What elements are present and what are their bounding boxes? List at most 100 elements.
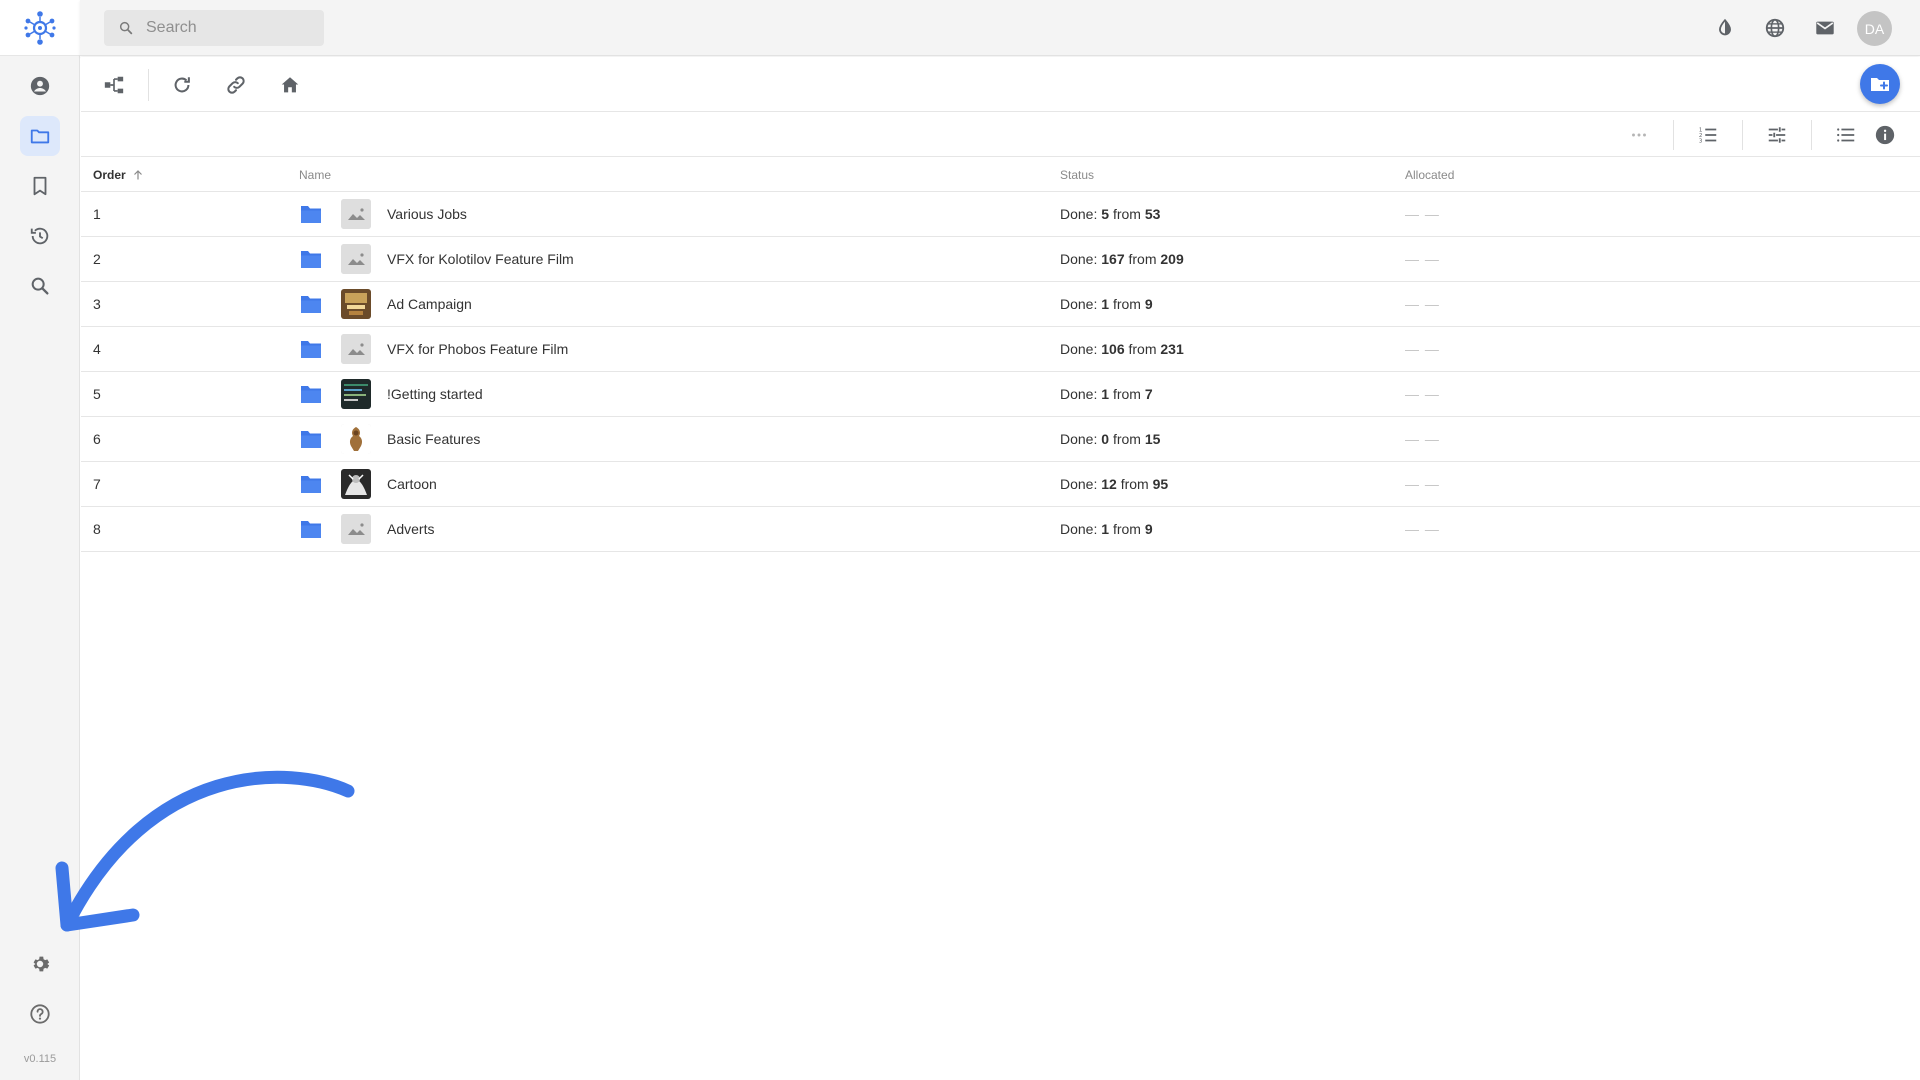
- tree-view-button[interactable]: [98, 69, 130, 101]
- user-avatar[interactable]: DA: [1857, 11, 1892, 46]
- row-thumbnail: [341, 244, 371, 274]
- row-name[interactable]: VFX for Phobos Feature Film: [387, 341, 568, 357]
- row-name[interactable]: VFX for Kolotilov Feature Film: [387, 251, 574, 267]
- row-name[interactable]: Ad Campaign: [387, 296, 472, 312]
- list-view-button[interactable]: [1831, 120, 1861, 150]
- history-icon: [30, 227, 49, 245]
- home-icon: [281, 77, 299, 93]
- table-row[interactable]: 7 Cartoon Done: 12 from 95 — —: [81, 462, 1920, 507]
- table-row[interactable]: 4 VFX for Phobos Feature Film Done: 106 fr…: [81, 327, 1920, 372]
- search-box[interactable]: [104, 10, 324, 46]
- copy-link-button[interactable]: [220, 69, 252, 101]
- home-button[interactable]: [274, 69, 306, 101]
- row-allocated: — —: [1405, 296, 1440, 312]
- list-icon: [1837, 128, 1855, 142]
- column-header-order[interactable]: Order: [93, 168, 144, 182]
- row-allocated: — —: [1405, 251, 1440, 267]
- row-name[interactable]: Basic Features: [387, 431, 480, 447]
- search-input[interactable]: [146, 19, 316, 37]
- sidebar-item-projects[interactable]: [20, 116, 60, 156]
- row-thumbnail: [341, 289, 371, 319]
- help-button[interactable]: [20, 994, 60, 1034]
- folder-icon: [301, 476, 321, 493]
- row-status: Done: 167 from 209: [1060, 251, 1184, 267]
- sidebar-item-profile[interactable]: [20, 66, 60, 106]
- app-logo-icon[interactable]: [20, 8, 60, 48]
- toolbar-divider: [148, 69, 149, 101]
- numbered-list-icon: 123: [1699, 127, 1717, 144]
- table-row[interactable]: 1 Various Jobs Done: 5 from 53 — —: [81, 192, 1920, 237]
- table-row[interactable]: 2 VFX for Kolotilov Feature Film Done: 167…: [81, 237, 1920, 282]
- help-icon: [30, 1004, 50, 1024]
- app-version: v0.115: [23, 1053, 57, 1065]
- user-icon: [30, 76, 50, 96]
- row-name[interactable]: Various Jobs: [387, 206, 467, 222]
- messages-button[interactable]: [1811, 14, 1839, 42]
- table-row[interactable]: 8 Adverts Done: 1 from 9 — —: [81, 507, 1920, 552]
- row-status: Done: 1 from 7: [1060, 386, 1153, 402]
- row-allocated: — —: [1405, 521, 1440, 537]
- mail-icon: [1816, 21, 1834, 35]
- row-name[interactable]: Adverts: [387, 521, 434, 537]
- info-button[interactable]: [1870, 120, 1900, 150]
- row-order: 5: [93, 386, 101, 402]
- row-thumbnail: [341, 199, 371, 229]
- folder-icon: [301, 251, 321, 268]
- new-folder-button[interactable]: [1860, 64, 1900, 104]
- folder-icon: [30, 129, 50, 144]
- view-divider: [1811, 120, 1812, 150]
- hierarchy-icon: [104, 76, 124, 94]
- row-order: 1: [93, 206, 101, 222]
- settings-button[interactable]: [20, 944, 60, 984]
- row-thumbnail: [341, 469, 371, 499]
- row-name[interactable]: Cartoon: [387, 476, 437, 492]
- view-options-bar: 123: [81, 112, 1920, 157]
- table-body: 1 Various Jobs Done: 5 from 53 — — 2 VFX for …: [81, 192, 1920, 552]
- row-order: 7: [93, 476, 101, 492]
- gear-icon: [33, 956, 50, 972]
- folder-icon: [301, 206, 321, 223]
- column-header-allocated[interactable]: Allocated: [1405, 168, 1454, 182]
- more-options-button[interactable]: [1624, 120, 1654, 150]
- row-order: 6: [93, 431, 101, 447]
- row-name[interactable]: !Getting started: [387, 386, 483, 402]
- table-row[interactable]: 3 Ad Campaign Done: 1 from 9 — —: [81, 282, 1920, 327]
- folder-icon: [301, 431, 321, 448]
- row-order: 2: [93, 251, 101, 267]
- ordered-list-button[interactable]: 123: [1693, 120, 1723, 150]
- theme-toggle-button[interactable]: [1711, 14, 1739, 42]
- globe-icon: [1765, 18, 1785, 38]
- row-status: Done: 106 from 231: [1060, 341, 1184, 357]
- folder-icon: [301, 521, 321, 538]
- folder-icon: [301, 341, 321, 358]
- row-thumbnail: [341, 379, 371, 409]
- folder-icon: [301, 296, 321, 313]
- logo-area: [0, 0, 80, 56]
- language-button[interactable]: [1761, 14, 1789, 42]
- table-row[interactable]: 6 Basic Features Done: 0 from 15 — —: [81, 417, 1920, 462]
- folder-icon: [301, 386, 321, 403]
- table-row[interactable]: 5 !Getting started Done: 1 from 7 — —: [81, 372, 1920, 417]
- info-icon: [1875, 125, 1895, 145]
- search-icon: [31, 277, 49, 295]
- row-thumbnail: [341, 334, 371, 364]
- row-status: Done: 12 from 95: [1060, 476, 1169, 492]
- projects-table: Order Name Status Allocated 1 Various Job…: [81, 157, 1920, 552]
- row-status: Done: 0 from 15: [1060, 431, 1161, 447]
- sidebar-item-history[interactable]: [20, 216, 60, 256]
- bookmark-icon: [33, 176, 47, 196]
- sidebar-item-bookmarks[interactable]: [20, 166, 60, 206]
- sidebar-item-search[interactable]: [20, 266, 60, 306]
- filter-settings-button[interactable]: [1762, 120, 1792, 150]
- column-header-name[interactable]: Name: [299, 168, 331, 182]
- table-header: Order Name Status Allocated: [81, 157, 1920, 192]
- row-allocated: — —: [1405, 431, 1440, 447]
- row-thumbnail: [341, 514, 371, 544]
- top-bar: DA: [80, 0, 1920, 56]
- contrast-icon: [1719, 18, 1731, 36]
- refresh-button[interactable]: [166, 69, 198, 101]
- column-header-status[interactable]: Status: [1060, 168, 1094, 182]
- row-order: 8: [93, 521, 101, 537]
- view-divider: [1673, 120, 1674, 150]
- toolbar: [81, 57, 1920, 112]
